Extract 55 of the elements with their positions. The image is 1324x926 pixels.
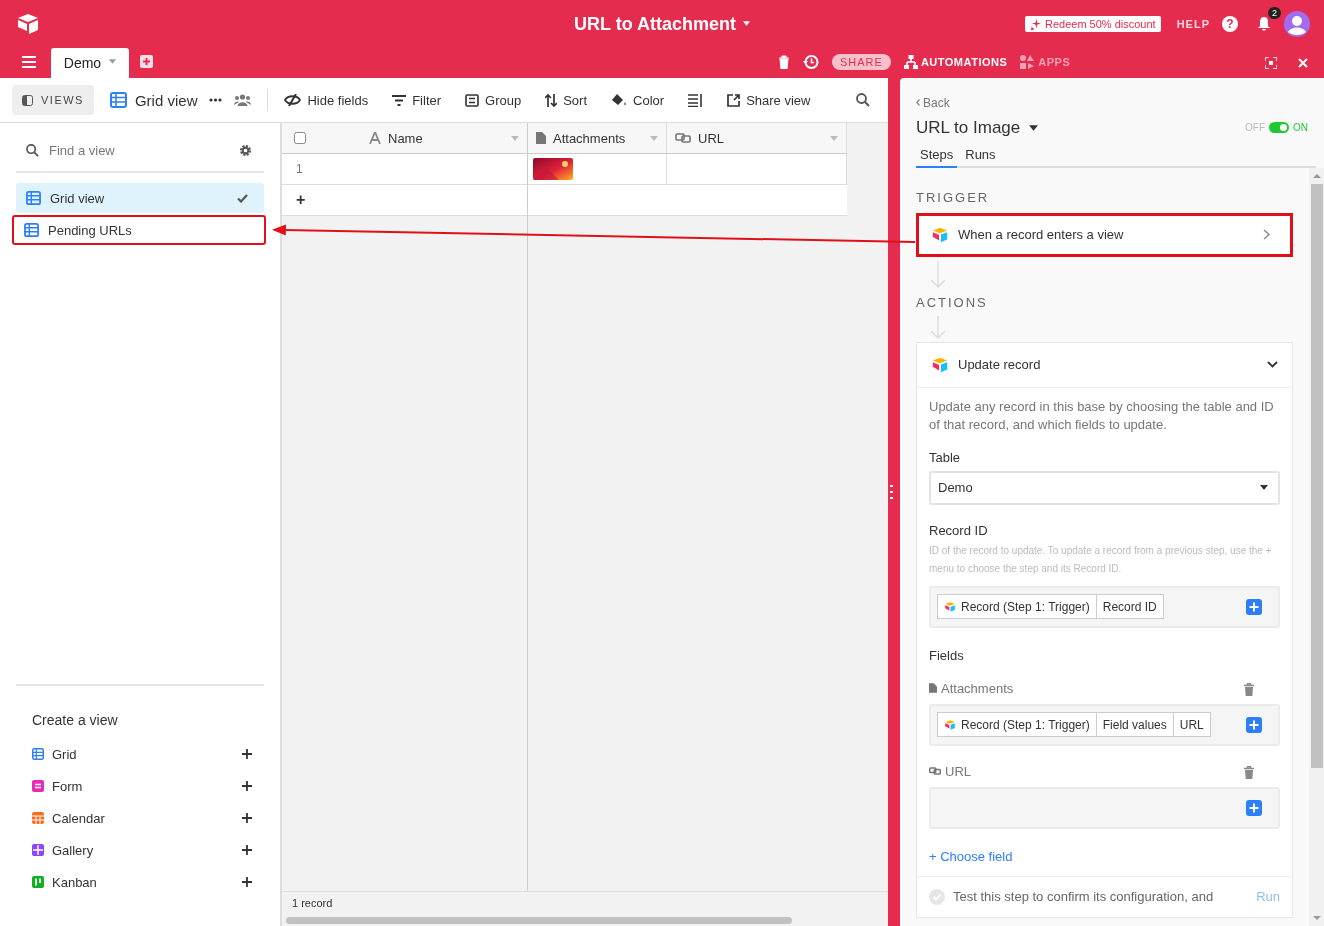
table-select[interactable]: Demo [929, 470, 1280, 505]
token-pill[interactable]: Record ID [1096, 594, 1164, 619]
toggle-off-label: OFF [1245, 122, 1265, 133]
help-icon[interactable]: ? [1222, 16, 1238, 32]
views-toggle-button[interactable]: VIEWS [12, 85, 94, 115]
current-view-name[interactable]: Grid view [109, 91, 198, 109]
color-button[interactable]: Color [611, 92, 665, 108]
field-value-input[interactable]: Record (Step 1: Trigger) Field values URL [929, 703, 1280, 746]
column-header[interactable]: Attachments [528, 123, 667, 153]
choose-field-link[interactable]: + Choose field [929, 848, 1013, 864]
automations-button[interactable]: AUTOMATIONS [903, 55, 1008, 69]
token-pill[interactable]: Record (Step 1: Trigger) [937, 712, 1097, 737]
token-pill[interactable]: Record (Step 1: Trigger) [937, 594, 1097, 619]
create-view-heading: Create a view [32, 712, 119, 728]
create-view-item[interactable]: Grid [32, 738, 264, 770]
column-header[interactable]: URL [667, 123, 847, 153]
toggle-on-label: ON [1293, 122, 1308, 133]
record-id-help: ID of the record to update. To update a record from a previous step, use the + menu to choose the step and its Record ID. [929, 543, 1273, 576]
base-title[interactable]: URL to Attachment [574, 14, 750, 35]
view-list-item[interactable]: Grid view [16, 183, 264, 213]
add-row-button[interactable]: + [296, 191, 306, 209]
create-view-item[interactable]: Kanban [32, 866, 264, 898]
token-pill[interactable]: Field values [1096, 712, 1174, 737]
hide-button[interactable]: Hide fields [284, 92, 369, 108]
filter-button[interactable]: Filter [392, 92, 442, 108]
column-header[interactable]: Name [282, 123, 528, 153]
trigger-card[interactable]: When a record enters a view [916, 212, 1293, 257]
notification-badge: 2 [1268, 7, 1281, 19]
create-view-item[interactable]: Calendar [32, 802, 264, 834]
field-name: URL [929, 763, 971, 779]
share-button[interactable]: Share view [727, 92, 811, 108]
sort-button[interactable]: Sort [545, 92, 588, 108]
row-number: 1 [296, 162, 303, 176]
back-link[interactable]: Back [916, 95, 950, 110]
redeem-button[interactable]: Redeem 50% discount [1024, 16, 1161, 32]
table-label: Table [929, 449, 962, 465]
field-name: Attachments [929, 680, 1014, 696]
panel-tab[interactable]: Steps [916, 143, 958, 168]
section-heading: TRIGGER [916, 189, 991, 205]
create-view-item[interactable]: Gallery [32, 834, 264, 866]
create-view-item[interactable]: Form [32, 770, 264, 802]
automation-title[interactable]: URL to Image [916, 117, 1038, 138]
record-id-label: Record ID [929, 522, 989, 538]
view-list-item[interactable]: Pending URLs [12, 215, 266, 245]
record-id-field[interactable]: Record (Step 1: Trigger) Record ID [929, 585, 1280, 628]
table-tab[interactable]: Demo [51, 48, 129, 78]
group-button[interactable]: Group [465, 92, 522, 108]
section-heading: ACTIONS [916, 294, 989, 310]
panel-tab[interactable]: Runs [961, 143, 1000, 168]
record-count: 1 record [292, 897, 333, 909]
token-pill[interactable]: URL [1173, 712, 1211, 737]
action-description: Update any record in this base by choosing the table and ID of that record, and which fields to update. [929, 397, 1275, 434]
test-step-text: Test this step to confirm its configuration, and [953, 889, 1215, 904]
action-header[interactable]: Update record [917, 342, 1292, 388]
fields-label: Fields [929, 647, 965, 663]
